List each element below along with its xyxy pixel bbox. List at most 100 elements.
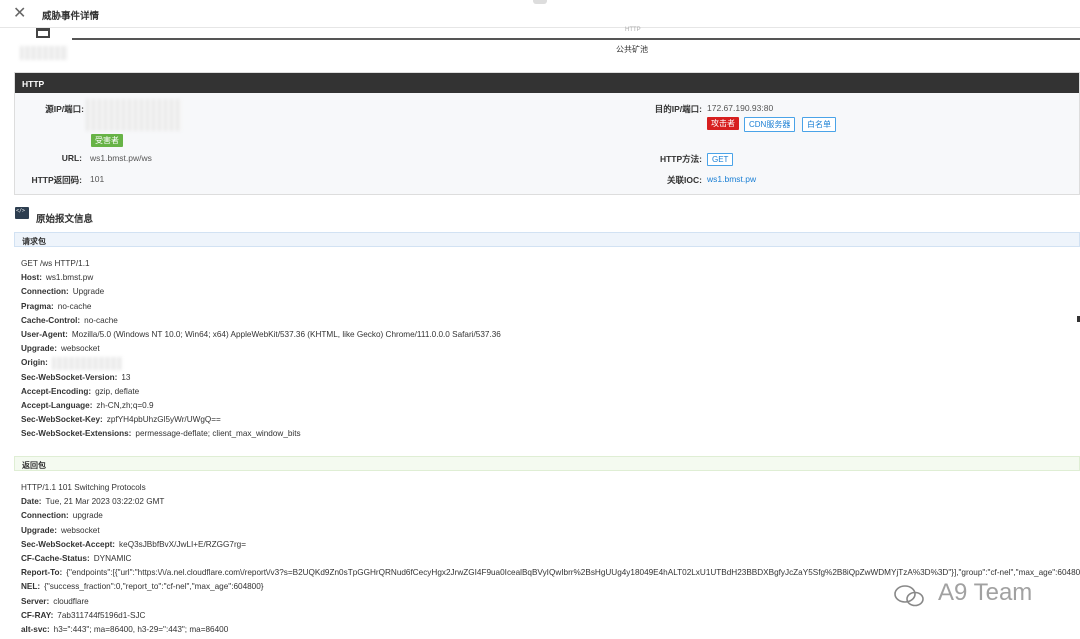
header-value: upgrade (72, 511, 103, 521)
packet-header-row: Connection: Upgrade (21, 287, 104, 297)
http-status-label: HTTP返回码: (31, 175, 82, 185)
header-key: Server: (21, 596, 50, 606)
header-value: {"success_fraction":0,"report_to":"cf-ne… (44, 582, 264, 592)
header-key: Date: (21, 497, 42, 507)
header-key: Upgrade: (21, 525, 57, 535)
header-key: Origin: (21, 358, 48, 368)
header-value: keQ3sJBbfBvX/JwLI+E/RZGG7rg= (119, 539, 247, 549)
cdn-server-tag: CDN服务器 (744, 117, 796, 132)
packet-header-row: Upgrade: websocket (21, 526, 100, 536)
watermark-text: A9 Team (938, 579, 1033, 606)
packet-header-row: Date: Tue, 21 Mar 2023 03:22:02 GMT (21, 497, 164, 507)
header-key: Sec-WebSocket-Key: (21, 415, 103, 425)
header-key: Connection: (21, 511, 69, 521)
packet-header-row: Accept-Encoding: gzip, deflate (21, 387, 139, 397)
code-icon (15, 207, 29, 219)
http-method-tag: GET (707, 153, 734, 166)
whitelist-tag: 白名单 (802, 117, 836, 132)
header-key: Pragma: (21, 301, 54, 311)
header-value: ws1.bmst.pw (45, 273, 94, 283)
http-panel: HTTP (14, 72, 1080, 195)
dst-ip-label: 目的IP/端口: (654, 104, 702, 114)
packet-header-row: Sec-WebSocket-Key: zpfYH4pbUhzGl5yWr/UWgQ… (21, 415, 221, 425)
attacker-tag: 攻击者 (707, 117, 739, 130)
dialog-header: ✕ 威胁事件详情 (0, 0, 1080, 28)
packet-header-row: Sec-WebSocket-Extensions: permessage-defl… (21, 429, 301, 439)
packet-header-row: CF-Cache-Status: DYNAMIC (21, 554, 131, 564)
header-key: Accept-Language: (21, 401, 93, 410)
header-key: alt-svc: (21, 625, 50, 634)
header-value: zpfYH4pbUhzGl5yWr/UWgQ== (106, 415, 221, 425)
summary-category: 公共矿池 (616, 45, 648, 54)
header-key: Sec-WebSocket-Extensions: (21, 429, 132, 439)
packet-header-row: Origin: (21, 358, 52, 368)
header-value: websocket (60, 525, 100, 535)
wechat-icon (894, 585, 924, 607)
header-value: 13 (121, 372, 131, 382)
response-packet-header: 返回包 (14, 456, 1080, 471)
http-status-value: 101 (90, 174, 105, 184)
redacted-origin (52, 357, 122, 370)
header-value: gzip, deflate (95, 386, 140, 396)
header-value: Upgrade (72, 287, 105, 297)
header-key: Host: (21, 273, 42, 283)
close-icon[interactable]: ✕ (13, 6, 26, 22)
monitor-icon (36, 28, 50, 38)
related-ioc-label: 关联IOC: (667, 175, 702, 185)
packet-header-row: Pragma: no-cache (21, 302, 91, 312)
header-value: h3=":443"; ma=86400, h3-29=":443"; ma=86… (53, 625, 229, 634)
url-label: URL: (61, 153, 82, 163)
header-key: NEL: (21, 582, 41, 592)
packet-header-row: User-Agent: Mozilla/5.0 (Windows NT 10.0;… (21, 330, 501, 340)
header-value: 7ab311744f5196d1-SJC (57, 610, 146, 620)
header-key: Accept-Encoding: (21, 386, 92, 396)
packet-header-row: CF-RAY: 7ab311744f5196d1-SJC (21, 611, 145, 621)
packet-header-row: Sec-WebSocket-Version: 13 (21, 373, 130, 383)
header-value: Mozilla/5.0 (Windows NT 10.0; Win64; x64… (71, 330, 501, 339)
victim-tag: 受害者 (91, 134, 123, 147)
header-value: DYNAMIC (93, 554, 132, 563)
header-key: Connection: (21, 287, 69, 297)
summary-column-header: HTTP (625, 27, 641, 33)
url-value: ws1.bmst.pw/ws (90, 153, 152, 163)
packet-header-row: Connection: upgrade (21, 511, 103, 521)
packet-header-row: Report-To: {"endpoints":[{"url":"https:\/… (21, 568, 1080, 578)
related-ioc-link[interactable]: ws1.bmst.pw (707, 174, 756, 184)
scroll-indicator (533, 0, 547, 4)
header-value: no-cache (57, 301, 92, 311)
packet-header-row: NEL: {"success_fraction":0,"report_to":"c… (21, 582, 264, 592)
packet-start-line: GET /ws HTTP/1.1 (21, 259, 90, 268)
src-ip-label: 源IP/端口: (45, 104, 84, 114)
header-value: zh-CN,zh;q=0.9 (96, 401, 154, 410)
header-key: CF-RAY: (21, 610, 54, 620)
header-key: Cache-Control: (21, 315, 81, 325)
summary-divider (72, 38, 1080, 40)
redacted-src-ip (86, 99, 182, 131)
packet-header-row: Cache-Control: no-cache (21, 316, 118, 326)
packet-header-row: alt-svc: h3=":443"; ma=86400, h3-29=":443… (21, 625, 228, 635)
header-value: websocket (60, 344, 100, 354)
dialog-title: 威胁事件详情 (42, 11, 100, 22)
header-value: Tue, 21 Mar 2023 03:22:02 GMT (45, 497, 165, 507)
packet-header-row: Accept-Language: zh-CN,zh;q=0.9 (21, 401, 154, 411)
packet-start-line: HTTP/1.1 101 Switching Protocols (21, 483, 146, 492)
packet-header-row: Host: ws1.bmst.pw (21, 273, 93, 283)
http-panel-title: HTTP (15, 73, 1079, 93)
header-value: {"endpoints":[{"url":"https:\/\/a.nel.cl… (66, 568, 1080, 578)
packet-header-row: Sec-WebSocket-Accept: keQ3sJBbfBvX/JwLI+E… (21, 540, 246, 550)
header-value: cloudflare (53, 596, 89, 606)
header-key: User-Agent: (21, 330, 68, 339)
dst-ip-value: 172.67.190.93:80 (707, 103, 774, 113)
packet-header-row: Server: cloudflare (21, 597, 89, 607)
http-method-label: HTTP方法: (659, 154, 702, 164)
header-key: CF-Cache-Status: (21, 554, 90, 563)
raw-packet-title: 原始报文信息 (36, 214, 94, 225)
header-key: Sec-WebSocket-Accept: (21, 539, 116, 549)
header-key: Upgrade: (21, 344, 57, 354)
header-key: Report-To: (21, 568, 63, 578)
header-value: no-cache (84, 315, 118, 325)
packet-header-row: Upgrade: websocket (21, 344, 100, 354)
redacted-host (20, 46, 68, 60)
request-packet-header: 请求包 (14, 232, 1080, 247)
header-key: Sec-WebSocket-Version: (21, 372, 118, 382)
